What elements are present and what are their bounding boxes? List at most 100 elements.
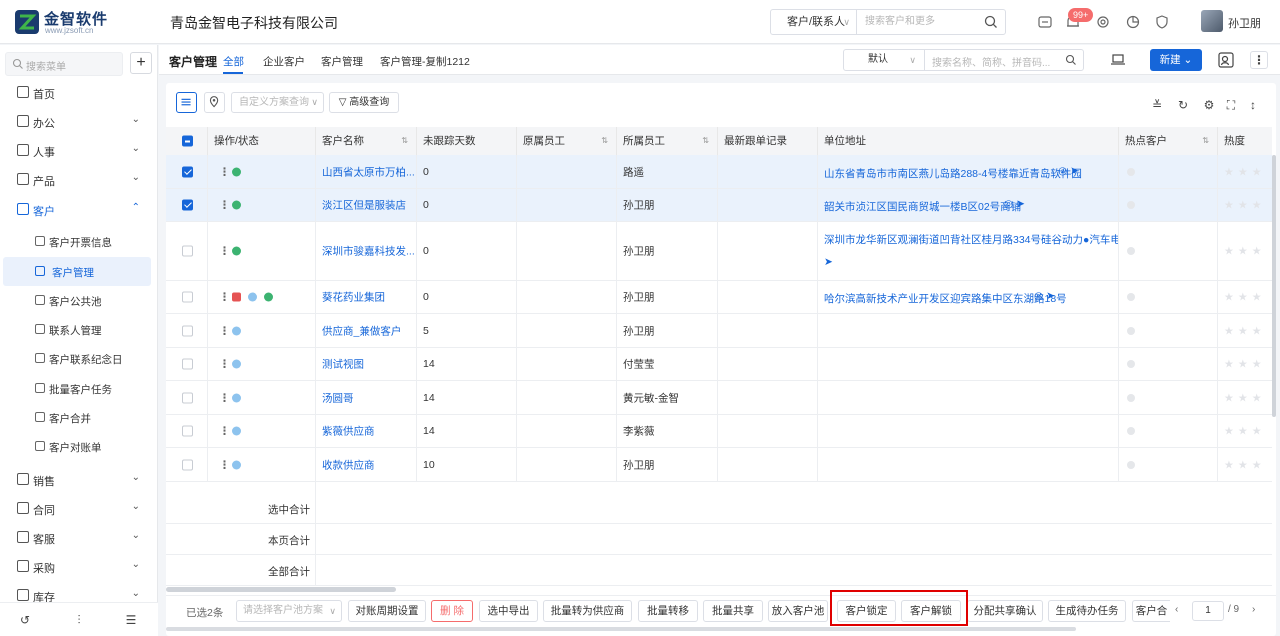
- sidebar-subitem-statement[interactable]: 客户对账单: [0, 432, 158, 461]
- customer-name[interactable]: 山西省太原市万柏...: [322, 164, 415, 179]
- navigate-icon[interactable]: ➤: [824, 256, 833, 268]
- heat-stars[interactable]: ★★★: [1224, 358, 1266, 371]
- view-select[interactable]: 默认 ∨: [843, 49, 925, 71]
- hot-indicator-icon[interactable]: [1127, 293, 1135, 301]
- address-link[interactable]: 深圳市龙华新区观澜街道凹背社区桂月路334号硅谷动力●汽车电子创业: [824, 232, 1118, 247]
- batch-share-button[interactable]: 批量共享: [703, 600, 763, 622]
- navigate-icon[interactable]: ◎ ➤: [1004, 198, 1025, 210]
- sidebar-item-hr[interactable]: 人事 ⌄: [0, 136, 158, 165]
- move-to-pool-button[interactable]: 放入客户池: [768, 600, 828, 622]
- username[interactable]: 孙卫朋: [1228, 15, 1261, 31]
- batch-to-supplier-button[interactable]: 批量转为供应商: [543, 600, 632, 622]
- customer-name-cell[interactable]: 收款供应商: [316, 448, 417, 481]
- hot-indicator-icon[interactable]: [1127, 201, 1135, 209]
- vertical-scrollbar[interactable]: [1272, 155, 1276, 417]
- more-actions-icon[interactable]: ⋮: [219, 165, 230, 178]
- sidebar-item-purchase[interactable]: 采购 ⌄: [0, 552, 158, 581]
- header-original-employee[interactable]: 原属员工 ⇅: [517, 127, 617, 155]
- more-actions-icon[interactable]: ⋮: [219, 199, 230, 212]
- sidebar-subitem-merge[interactable]: 客户合并: [0, 403, 158, 432]
- tab-enterprise-customers[interactable]: 企业客户: [263, 54, 305, 69]
- row-checkbox[interactable]: [182, 358, 193, 370]
- merge-customer-button[interactable]: 客户合: [1132, 600, 1170, 622]
- hot-indicator-icon[interactable]: [1127, 427, 1135, 435]
- customer-name-cell[interactable]: 汤圆哥: [316, 381, 417, 414]
- customer-name-cell[interactable]: 深圳市骏嘉科技发...: [316, 222, 417, 280]
- row-checkbox[interactable]: [182, 166, 193, 177]
- row-checkbox[interactable]: [182, 199, 193, 211]
- table-row[interactable]: ⋮ 测试视图 14 付莹莹 ★★★: [166, 348, 1272, 381]
- row-checkbox[interactable]: [182, 291, 193, 303]
- add-menu-button[interactable]: +: [130, 52, 152, 74]
- refresh-icon[interactable]: ↻: [1176, 98, 1190, 112]
- customer-name[interactable]: 供应商_兼做客户: [322, 323, 401, 338]
- heat-stars[interactable]: ★★★: [1224, 245, 1266, 258]
- pie-chart-icon[interactable]: [1124, 13, 1142, 31]
- shield-icon[interactable]: [1153, 13, 1171, 31]
- tab-customer-management[interactable]: 客户管理: [321, 54, 363, 69]
- hot-indicator-icon[interactable]: [1127, 326, 1135, 335]
- sort-icon[interactable]: ⇅: [401, 127, 408, 155]
- next-page-icon[interactable]: ›: [1252, 604, 1255, 615]
- hot-indicator-icon[interactable]: [1127, 360, 1135, 368]
- search-type-select[interactable]: 客户/联系人 ∨: [771, 10, 857, 34]
- map-view-button[interactable]: [204, 92, 225, 113]
- tab-all[interactable]: 全部: [223, 54, 244, 69]
- table-row[interactable]: ⋮ 汤圆哥 14 黄元敏-金智 ★★★: [166, 381, 1272, 415]
- select-all-checkbox[interactable]: [182, 135, 193, 147]
- sidebar-item-sales[interactable]: 销售 ⌄: [0, 465, 158, 494]
- sidebar-subitem-customer-management[interactable]: 客户管理: [3, 257, 151, 286]
- sidebar-item-customer[interactable]: 客户 ⌃: [0, 195, 158, 224]
- table-row[interactable]: ⋮ 山西省太原市万柏... 0 路遥 山东省青岛市市南区燕儿岛路288-4号楼靠…: [166, 155, 1272, 189]
- global-search-input[interactable]: 搜索客户和更多: [865, 10, 935, 34]
- more-actions-icon[interactable]: ⋮: [219, 391, 230, 404]
- more-actions-icon[interactable]: ⋮: [219, 358, 230, 371]
- settings-sliders-icon[interactable]: ⫶: [72, 613, 86, 627]
- confirm-share-button[interactable]: 分配共享确认: [967, 600, 1043, 622]
- sidebar-item-contract[interactable]: 合同 ⌄: [0, 494, 158, 523]
- sidebar-item-home[interactable]: 首页: [0, 78, 158, 107]
- generate-todo-button[interactable]: 生成待办任务: [1048, 600, 1126, 622]
- app-logo[interactable]: 金智软件 www.jzsoft.cn: [14, 7, 134, 37]
- page-number-input[interactable]: 1: [1192, 601, 1224, 621]
- footer-scrollbar[interactable]: [166, 627, 1076, 631]
- customer-name-cell[interactable]: 测试视图: [316, 348, 417, 380]
- row-height-icon[interactable]: ↕: [1246, 98, 1260, 112]
- table-row[interactable]: ⋮ 葵花药业集团 0 孙卫朋 哈尔滨高新技术产业开发区迎宾路集中区东湖路18号 ◎…: [166, 281, 1272, 314]
- expand-all-icon[interactable]: ≚: [1150, 98, 1164, 112]
- history-icon[interactable]: ↺: [18, 613, 32, 627]
- customer-name-cell[interactable]: 淡江区但是服装店: [316, 189, 417, 221]
- customer-search-input[interactable]: 搜索名称、简称、拼音码...: [924, 49, 1084, 71]
- hot-indicator-icon[interactable]: [1127, 167, 1135, 176]
- sidebar-item-office[interactable]: 办公 ⌄: [0, 107, 158, 136]
- navigate-icon[interactable]: ◎ ➤: [1058, 165, 1079, 177]
- customer-name-cell[interactable]: 葵花药业集团: [316, 281, 417, 313]
- sidebar-subitem-invoice-info[interactable]: 客户开票信息: [0, 227, 158, 256]
- customer-name-cell[interactable]: 紫薇供应商: [316, 415, 417, 447]
- customer-name[interactable]: 紫薇供应商: [322, 424, 375, 439]
- heat-stars[interactable]: ★★★: [1224, 458, 1266, 471]
- gear-icon[interactable]: ⚙: [1202, 98, 1216, 112]
- prev-page-icon[interactable]: ‹: [1175, 604, 1178, 615]
- avatar[interactable]: [1201, 10, 1223, 32]
- customer-pool-select[interactable]: 请选择客户池方案 ∨: [236, 600, 342, 622]
- sidebar-subitem-contacts[interactable]: 联系人管理: [0, 315, 158, 344]
- sort-icon[interactable]: ⇅: [1202, 127, 1209, 155]
- heat-stars[interactable]: ★★★: [1224, 391, 1266, 404]
- more-actions-icon[interactable]: ⋮: [219, 291, 230, 304]
- table-row[interactable]: ⋮ 供应商_兼做客户 5 孙卫朋 ★★★: [166, 314, 1272, 348]
- list-view-button[interactable]: [176, 92, 197, 113]
- search-icon[interactable]: [983, 14, 999, 30]
- menu-search-input[interactable]: 搜索菜单: [5, 52, 123, 76]
- table-row[interactable]: ⋮ 深圳市骏嘉科技发... 0 孙卫朋 深圳市龙华新区观澜街道凹背社区桂月路33…: [166, 222, 1272, 281]
- heat-stars[interactable]: ★★★: [1224, 291, 1266, 304]
- tab-customer-management-copy[interactable]: 客户管理-复制1212: [380, 54, 470, 69]
- collapse-menu-icon[interactable]: ☰: [124, 613, 138, 627]
- laptop-icon[interactable]: [1109, 51, 1127, 69]
- batch-transfer-button[interactable]: 批量转移: [638, 600, 698, 622]
- row-checkbox[interactable]: [182, 425, 193, 437]
- message-icon[interactable]: [1036, 13, 1054, 31]
- sidebar-item-product[interactable]: 产品 ⌄: [0, 165, 158, 194]
- sidebar-item-service[interactable]: 客服 ⌄: [0, 523, 158, 552]
- address-link[interactable]: 山东省青岛市市南区燕儿岛路288-4号楼靠近青岛软件园: [824, 166, 1082, 181]
